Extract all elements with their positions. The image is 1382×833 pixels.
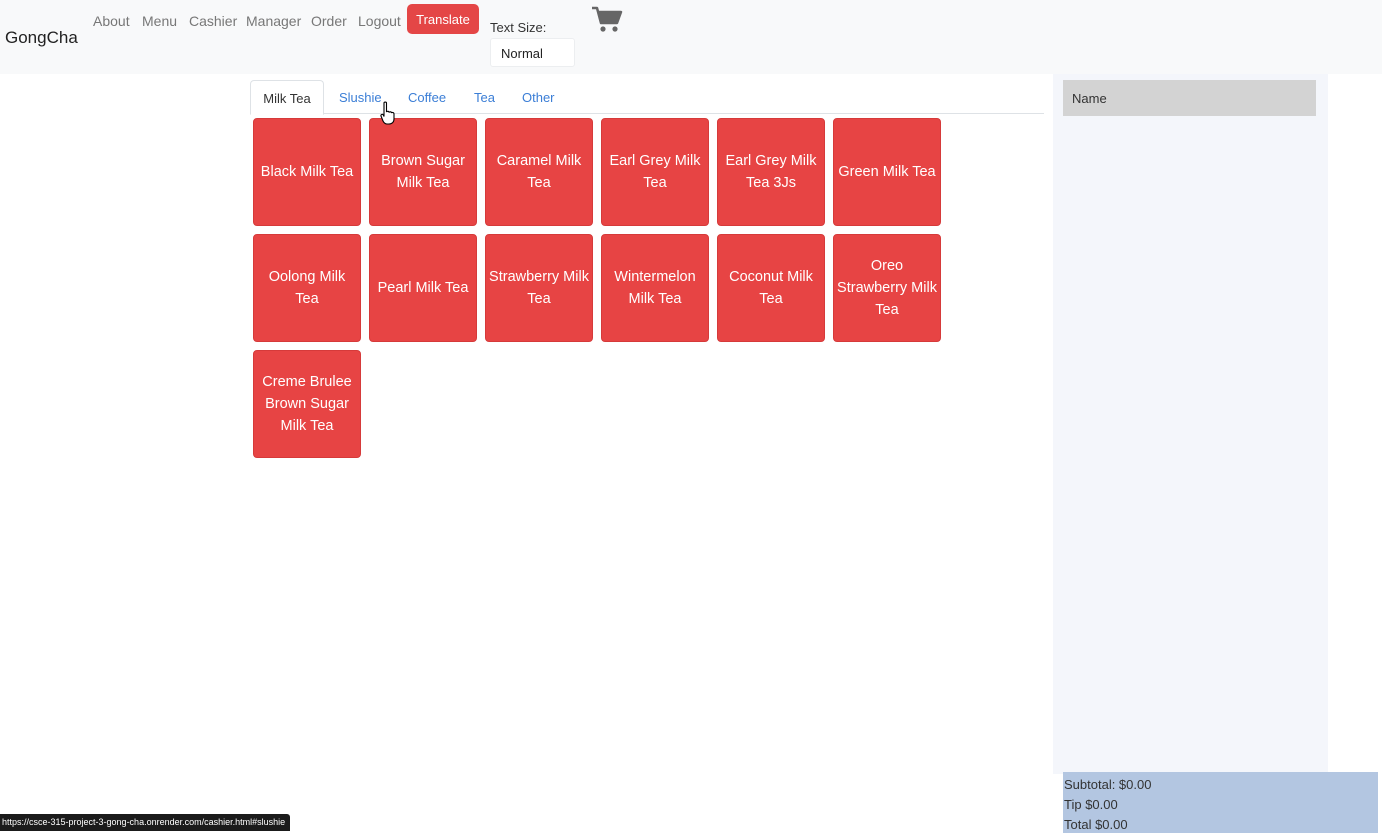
product-button[interactable]: Caramel Milk Tea	[485, 118, 593, 226]
nav-link-about[interactable]: About	[93, 13, 130, 29]
tab-milk-tea[interactable]: Milk Tea	[250, 80, 324, 115]
product-button[interactable]: Oolong Milk Tea	[253, 234, 361, 342]
product-button[interactable]: Coconut Milk Tea	[717, 234, 825, 342]
total-text: Total $0.00	[1064, 817, 1128, 832]
nav-link-logout[interactable]: Logout	[358, 13, 401, 29]
order-table-header: Name	[1063, 80, 1316, 116]
shopping-cart-icon[interactable]	[591, 5, 623, 33]
link-status-bar: https://csce-315-project-3-gong-cha.onre…	[0, 814, 291, 831]
product-button[interactable]: Strawberry Milk Tea	[485, 234, 593, 342]
product-button[interactable]: Oreo Strawberry Milk Tea	[833, 234, 941, 342]
brand-logo[interactable]: GongCha	[5, 28, 78, 48]
translate-button[interactable]: Translate	[407, 4, 479, 34]
tip-text: Tip $0.00	[1064, 797, 1118, 812]
nav-link-menu[interactable]: Menu	[142, 13, 177, 29]
tab-slushie[interactable]: Slushie	[339, 80, 382, 114]
product-button[interactable]: Earl Grey Milk Tea 3Js	[717, 118, 825, 226]
subtotal-text: Subtotal: $0.00	[1064, 777, 1152, 792]
nav-link-cashier[interactable]: Cashier	[189, 13, 237, 29]
product-button[interactable]: Black Milk Tea	[253, 118, 361, 226]
category-tabs: Milk Tea Slushie Coffee Tea Other	[250, 80, 1044, 115]
product-button[interactable]: Pearl Milk Tea	[369, 234, 477, 342]
navbar: GongCha About Menu Cashier Manager Order…	[0, 0, 1382, 74]
product-button[interactable]: Creme Brulee Brown Sugar Milk Tea	[253, 350, 361, 458]
nav-link-order[interactable]: Order	[311, 13, 347, 29]
order-panel	[1053, 74, 1328, 774]
nav-link-manager[interactable]: Manager	[246, 13, 301, 29]
text-size-label: Text Size:	[490, 20, 547, 35]
product-button[interactable]: Green Milk Tea	[833, 118, 941, 226]
order-totals: Subtotal: $0.00 Tip $0.00 Total $0.00	[1063, 772, 1378, 833]
tab-other[interactable]: Other	[522, 80, 555, 114]
product-button[interactable]: Brown Sugar Milk Tea	[369, 118, 477, 226]
hand-cursor-icon	[380, 101, 395, 125]
text-size-select[interactable]: Normal	[490, 38, 575, 67]
product-button[interactable]: Wintermelon Milk Tea	[601, 234, 709, 342]
product-button[interactable]: Earl Grey Milk Tea	[601, 118, 709, 226]
tab-coffee[interactable]: Coffee	[408, 80, 446, 114]
tab-tea[interactable]: Tea	[474, 80, 495, 114]
